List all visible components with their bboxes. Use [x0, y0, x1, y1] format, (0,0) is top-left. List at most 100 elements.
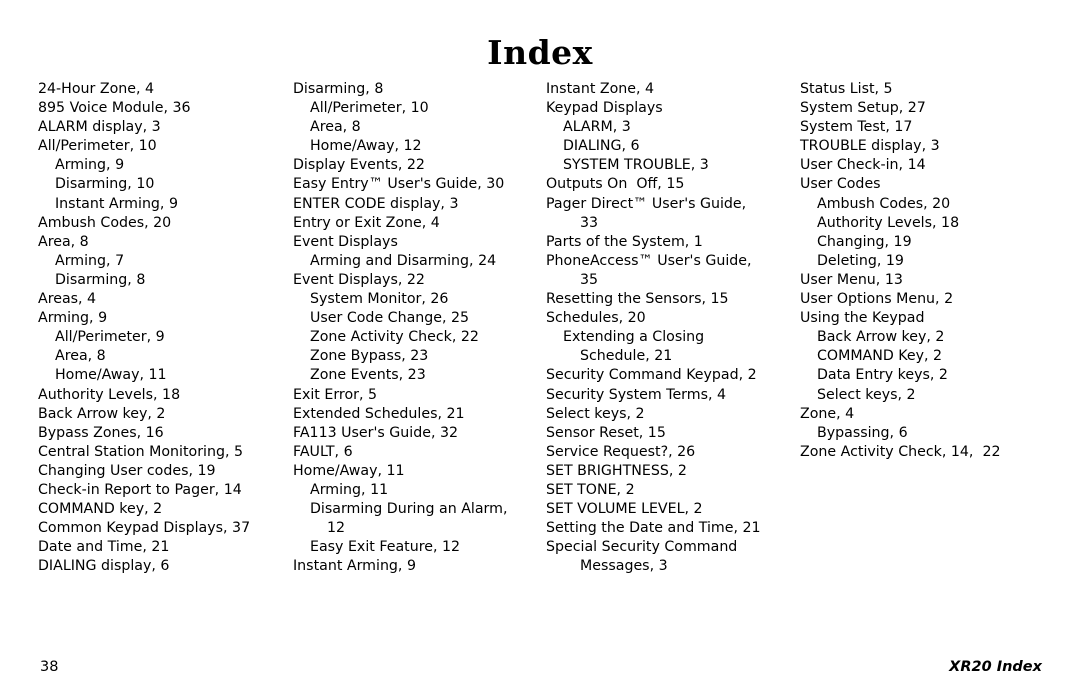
index-entry: Instant Arming, 9: [55, 195, 178, 212]
index-entry: Home/Away, 11: [55, 367, 167, 384]
index-column-2: Disarming, 8 All/Perimeter, 10 Area, 8 Home…: [293, 80, 543, 576]
index-entry: Outputs On Off, 15: [546, 176, 685, 193]
index-entry: Extending a Closing: [563, 329, 705, 346]
index-entry: ALARM display, 3: [38, 119, 161, 136]
index-entry: Service Request?, 26: [546, 443, 696, 460]
index-entry: Date and Time, 21: [38, 539, 170, 556]
index-entry: 12: [327, 520, 346, 537]
index-entry: Back Arrow key, 2: [38, 405, 166, 422]
index-entry: All/Perimeter, 10: [310, 100, 429, 117]
index-entry: Areas, 4: [38, 291, 97, 308]
index-entry: ENTER CODE display, 3: [293, 195, 459, 212]
index-entry: Schedules, 20: [546, 310, 646, 327]
index-column-1: 24-Hour Zone, 4 895 Voice Module, 36 ALARM…: [38, 80, 288, 576]
index-entry: Bypass Zones, 16: [38, 424, 164, 441]
index-entry: Ambush Codes, 20: [817, 195, 951, 212]
index-entry: Sensor Reset, 15: [546, 424, 666, 441]
index-entry: Display Events, 22: [293, 157, 425, 174]
index-entry: Instant Arming, 9: [293, 558, 416, 575]
index-entry: Easy Entry™ User's Guide, 30: [293, 176, 505, 193]
footer-running-head: XR20 Index: [949, 659, 1042, 675]
index-entry: Home/Away, 12: [310, 138, 422, 155]
index-column-3: Instant Zone, 4 Keypad Displays ALARM, 3 DI…: [546, 80, 796, 576]
index-entry: Disarming, 10: [55, 176, 155, 193]
index-entry: Arming, 9: [38, 310, 108, 327]
index-entry: Extended Schedules, 21: [293, 405, 465, 422]
index-entry: Pager Direct™ User's Guide,: [546, 195, 747, 212]
index-entry: Arming, 7: [55, 252, 125, 269]
index-entry: SYSTEM TROUBLE, 3: [563, 157, 709, 174]
index-entry: Check-in Report to Pager, 14: [38, 481, 242, 498]
index-entry: Home/Away, 11: [293, 462, 405, 479]
page-title: Index: [487, 33, 593, 72]
index-entry: Event Displays: [293, 233, 398, 250]
index-entry: 895 Voice Module, 36: [38, 100, 191, 117]
index-entry: Arming, 11: [310, 481, 389, 498]
index-entry: FA113 User's Guide, 32: [293, 424, 459, 441]
index-entry: All/Perimeter, 9: [55, 329, 165, 346]
index-entry: Disarming, 8: [55, 271, 146, 288]
index-entry: Zone, 4: [800, 405, 855, 422]
index-entry: Back Arrow key, 2: [817, 329, 945, 346]
index-entry: Deleting, 19: [817, 252, 904, 269]
index-entry: Area, 8: [310, 119, 361, 136]
index-entry: Authority Levels, 18: [38, 386, 181, 403]
index-entry: Setting the Date and Time, 21: [546, 520, 761, 537]
index-entry: Zone Events, 23: [310, 367, 426, 384]
index-entry: Area, 8: [38, 233, 89, 250]
index-entry: Disarming During an Alarm,: [310, 501, 508, 518]
index-entry: Select keys, 2: [546, 405, 645, 422]
index-entry: Arming, 9: [55, 157, 125, 174]
index-entry: Changing, 19: [817, 233, 912, 250]
index-entry: Security System Terms, 4: [546, 386, 727, 403]
index-entry: Security Command Keypad, 2: [546, 367, 757, 384]
index-column-4: Status List, 5 System Setup, 27 System Tes…: [800, 80, 1050, 462]
index-entry: Changing User codes, 19: [38, 462, 216, 479]
index-entry: User Codes: [800, 176, 881, 193]
index-entry: Ambush Codes, 20: [38, 214, 172, 231]
index-entry: Exit Error, 5: [293, 386, 378, 403]
index-entry: Central Station Monitoring, 5: [38, 443, 244, 460]
index-entry: SET TONE, 2: [546, 481, 635, 498]
footer-page-number: 38: [40, 659, 59, 675]
index-entry: Common Keypad Displays, 37: [38, 520, 251, 537]
index-entry: Zone Activity Check, 22: [310, 329, 479, 346]
index-entry: Authority Levels, 18: [817, 214, 960, 231]
index-columns: 24-Hour Zone, 4 895 Voice Module, 36 ALARM…: [38, 80, 1052, 600]
index-entry: Event Displays, 22: [293, 271, 425, 288]
index-entry: Easy Exit Feature, 12: [310, 539, 461, 556]
index-entry: Disarming, 8: [293, 81, 384, 97]
index-entry: 33: [580, 214, 599, 231]
index-entry: System Setup, 27: [800, 100, 926, 117]
index-entry: TROUBLE display, 3: [800, 138, 940, 155]
index-entry: System Monitor, 26: [310, 291, 449, 308]
index-entry: DIALING display, 6: [38, 558, 170, 575]
index-entry: User Code Change, 25: [310, 310, 470, 327]
index-page: Index 24-Hour Zone, 4 895 Voice Module, 3…: [0, 0, 1080, 698]
index-entry: PhoneAccess™ User's Guide,: [546, 252, 752, 269]
index-entry: FAULT, 6: [293, 443, 353, 460]
index-entry: Bypassing, 6: [817, 424, 908, 441]
index-entry: COMMAND Key, 2: [817, 348, 943, 365]
index-entry: User Check-in, 14: [800, 157, 926, 174]
index-entry: 35: [580, 271, 599, 288]
index-entry: SET VOLUME LEVEL, 2: [546, 501, 703, 518]
index-entry: Select keys, 2: [817, 386, 916, 403]
index-entry: Special Security Command: [546, 539, 738, 556]
index-entry: Data Entry keys, 2: [817, 367, 948, 384]
index-entry: Messages, 3: [580, 558, 668, 575]
index-entry: COMMAND key, 2: [38, 501, 163, 518]
index-entry: All/Perimeter, 10: [38, 138, 157, 155]
index-entry: Parts of the System, 1: [546, 233, 703, 250]
index-entry: Arming and Disarming, 24: [310, 252, 497, 269]
index-entry: Schedule, 21: [580, 348, 673, 365]
index-entry: Zone Bypass, 23: [310, 348, 429, 365]
index-entry: Instant Zone, 4: [546, 81, 655, 97]
index-entry: Keypad Displays: [546, 100, 663, 117]
index-entry: Area, 8: [55, 348, 106, 365]
index-entry: Zone Activity Check, 14, 22: [800, 443, 1001, 460]
index-entry: SET BRIGHTNESS, 2: [546, 462, 687, 479]
index-entry: DIALING, 6: [563, 138, 640, 155]
index-entry: Resetting the Sensors, 15: [546, 291, 729, 308]
index-entry: 24-Hour Zone, 4: [38, 81, 155, 97]
